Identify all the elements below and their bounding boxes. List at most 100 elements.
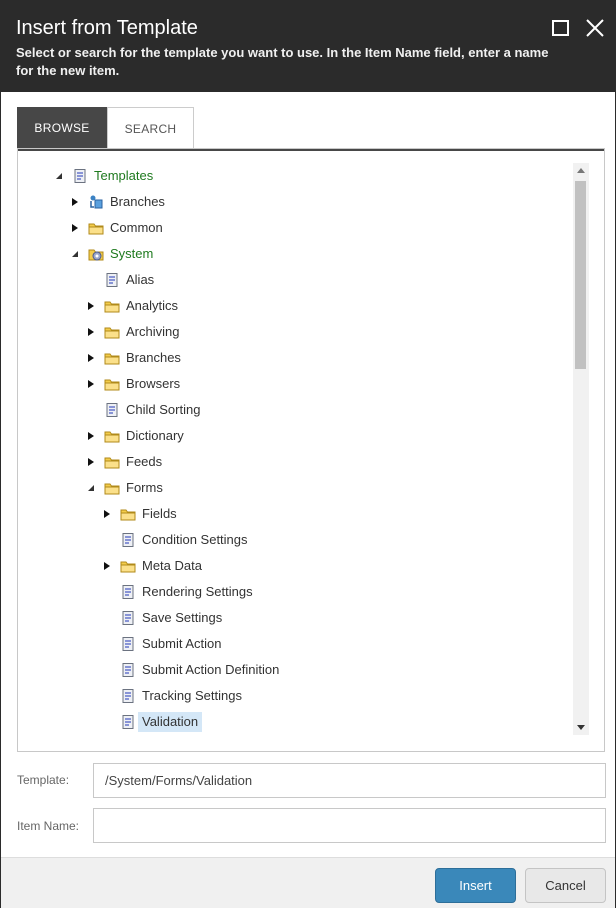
tree-node-label[interactable]: Feeds (122, 452, 166, 472)
folder-icon (104, 301, 120, 313)
tree-node[interactable]: Branches (84, 347, 185, 369)
tree-scrollbar[interactable] (573, 163, 589, 735)
template-icon (74, 169, 86, 183)
close-icon (586, 19, 604, 37)
template-icon (106, 403, 118, 417)
template-tree-panel: Templates Branches Common System Alias Analyt… (17, 148, 605, 752)
insert-button[interactable]: Insert (435, 868, 516, 903)
template-icon (122, 689, 134, 703)
folder-icon (104, 327, 120, 339)
collapsed-arrow-icon[interactable] (86, 457, 96, 467)
tree-node-label[interactable]: Archiving (122, 322, 183, 342)
tree-node-label[interactable]: Templates (90, 166, 157, 186)
tree-node[interactable]: Branches (68, 191, 169, 213)
tree-node-label[interactable]: Condition Settings (138, 530, 252, 550)
tree-node-label[interactable]: Rendering Settings (138, 582, 257, 602)
template-icon (122, 585, 134, 599)
tree-node-label[interactable]: Validation (138, 712, 203, 732)
tab-browse[interactable]: BROWSE (17, 107, 107, 149)
collapsed-arrow-icon[interactable] (86, 431, 96, 441)
tree-node-label[interactable]: Forms (122, 478, 167, 498)
tree-node[interactable]: Rendering Settings (100, 581, 257, 603)
collapsed-arrow-icon[interactable] (102, 561, 112, 571)
tree-node-label[interactable]: Dictionary (122, 426, 188, 446)
tree-node[interactable]: Validation (100, 711, 203, 733)
tree-node[interactable]: Archiving (84, 321, 183, 343)
expanded-arrow-icon[interactable] (86, 483, 96, 493)
tree-node-label[interactable]: Alias (122, 270, 158, 290)
folder-icon (104, 431, 120, 443)
tree-node[interactable]: Dictionary (84, 425, 188, 447)
dialog-footer: Insert Cancel (1, 857, 615, 908)
tree-node[interactable]: Forms (84, 477, 167, 499)
tree-node[interactable]: Child Sorting (84, 399, 204, 421)
collapsed-arrow-icon[interactable] (70, 223, 80, 233)
scroll-up-arrow-icon[interactable] (577, 168, 585, 173)
tab-search[interactable]: SEARCH (107, 107, 194, 149)
collapsed-arrow-icon[interactable] (86, 353, 96, 363)
maximize-button[interactable] (550, 17, 572, 39)
template-icon (106, 273, 118, 287)
template-field-label: Template: (17, 773, 70, 787)
tree-node[interactable]: Submit Action (100, 633, 226, 655)
tree-node-label[interactable]: System (106, 244, 157, 264)
dialog-title: Insert from Template (16, 17, 198, 39)
tree-node[interactable]: Feeds (84, 451, 166, 473)
scrollbar-thumb[interactable] (575, 181, 586, 369)
folder-icon (104, 483, 120, 495)
tree-node-label[interactable]: Browsers (122, 374, 184, 394)
collapsed-arrow-icon[interactable] (86, 327, 96, 337)
tree-node-label[interactable]: Submit Action (138, 634, 226, 654)
close-button[interactable] (584, 17, 606, 39)
template-icon (122, 663, 134, 677)
tree-node-label[interactable]: Child Sorting (122, 400, 204, 420)
tree-node-label[interactable]: Fields (138, 504, 181, 524)
tree-node[interactable]: Condition Settings (100, 529, 252, 551)
branch-icon (90, 195, 103, 209)
tree-node[interactable]: System (68, 243, 157, 265)
dialog-header: Insert from Template Select or search fo… (1, 1, 615, 92)
folder-icon (104, 353, 120, 365)
folder-icon (120, 509, 136, 521)
cancel-button[interactable]: Cancel (525, 868, 606, 903)
tree-node[interactable]: Analytics (84, 295, 182, 317)
tree-node[interactable]: Browsers (84, 373, 184, 395)
tree-node-label[interactable]: Common (106, 218, 167, 238)
insert-from-template-dialog: Insert from Template Select or search fo… (0, 0, 616, 908)
tree-node-label[interactable]: Analytics (122, 296, 182, 316)
template-icon (122, 611, 134, 625)
collapsed-arrow-icon[interactable] (70, 197, 80, 207)
tree-node-label[interactable]: Branches (122, 348, 185, 368)
template-icon (122, 637, 134, 651)
system-folder-icon (88, 249, 104, 261)
tree-node[interactable]: Save Settings (100, 607, 226, 629)
folder-icon (104, 457, 120, 469)
tree-node[interactable]: Submit Action Definition (100, 659, 283, 681)
expanded-arrow-icon[interactable] (54, 171, 64, 181)
item-name-field-label: Item Name: (17, 819, 80, 833)
template-icon (122, 715, 134, 729)
tree-node-label[interactable]: Save Settings (138, 608, 226, 628)
tree-node[interactable]: Tracking Settings (100, 685, 246, 707)
tree-node[interactable]: Templates (52, 165, 157, 187)
folder-icon (88, 223, 104, 235)
tree-node[interactable]: Common (68, 217, 167, 239)
collapsed-arrow-icon[interactable] (102, 509, 112, 519)
template-path-field[interactable]: /System/Forms/Validation (93, 763, 606, 798)
tree-node-label[interactable]: Branches (106, 192, 169, 212)
tree-node[interactable]: Alias (84, 269, 158, 291)
tab-underline (18, 149, 604, 151)
folder-icon (104, 379, 120, 391)
expanded-arrow-icon[interactable] (70, 249, 80, 259)
tree-node[interactable]: Fields (100, 503, 181, 525)
maximize-icon (552, 20, 569, 36)
tree-node[interactable]: Meta Data (100, 555, 206, 577)
collapsed-arrow-icon[interactable] (86, 301, 96, 311)
scroll-down-arrow-icon[interactable] (577, 725, 585, 730)
template-icon (122, 533, 134, 547)
collapsed-arrow-icon[interactable] (86, 379, 96, 389)
tree-node-label[interactable]: Meta Data (138, 556, 206, 576)
item-name-input[interactable] (93, 808, 606, 843)
tree-node-label[interactable]: Submit Action Definition (138, 660, 283, 680)
tree-node-label[interactable]: Tracking Settings (138, 686, 246, 706)
